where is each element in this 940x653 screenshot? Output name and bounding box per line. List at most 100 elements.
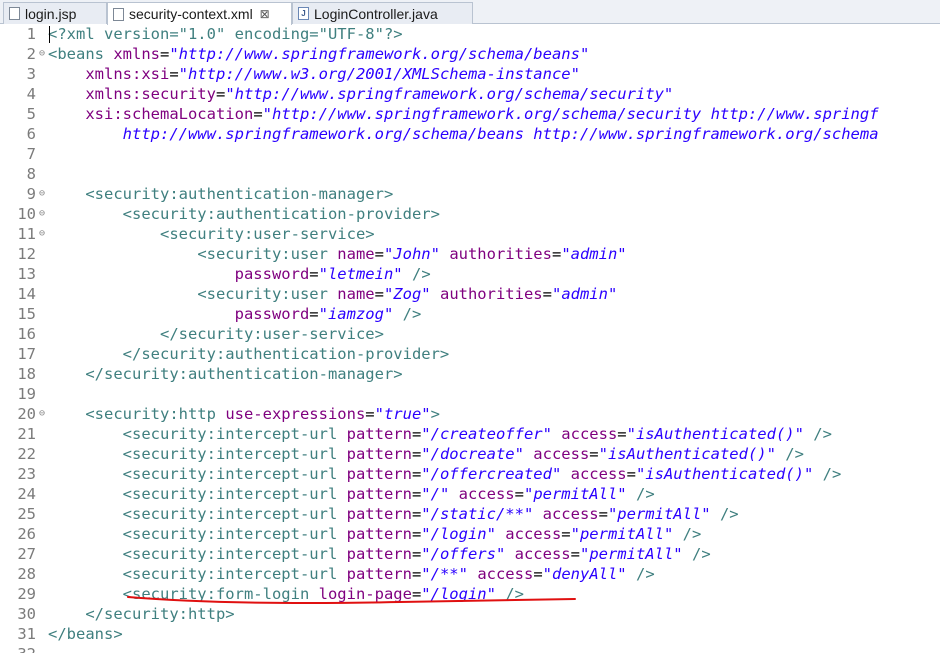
plain-token: = bbox=[411, 445, 422, 463]
xml-value-token: "isAuthenticated()" bbox=[635, 465, 814, 483]
code-line[interactable]: 27 <security:intercept-url pattern="/off… bbox=[0, 544, 940, 564]
code-line[interactable]: 20 ⊖ <security:http use-expressions="true… bbox=[0, 404, 940, 424]
code-text: password="letmein" /> bbox=[48, 264, 431, 284]
line-number: 25 bbox=[17, 505, 36, 523]
xml-value-token: "http://www.springframework.org/schema/b… bbox=[169, 45, 590, 63]
code-line[interactable]: 5 xsi:schemaLocation="http://www.springf… bbox=[0, 104, 940, 124]
xml-tag-token: /> bbox=[719, 505, 739, 523]
code-line[interactable]: 32 bbox=[0, 644, 940, 653]
code-text: <security:intercept-url pattern="/offers… bbox=[48, 544, 711, 564]
tab-security-context-xml[interactable]: security-context.xml ⊠ bbox=[107, 2, 292, 25]
xml-attribute-token: access bbox=[533, 445, 590, 463]
line-number: 3 bbox=[26, 65, 36, 83]
code-text: xmlns:security="http://www.springframewo… bbox=[48, 84, 673, 104]
line-number: 27 bbox=[17, 545, 36, 563]
tab-label: security-context.xml bbox=[129, 6, 253, 22]
code-line[interactable]: 23 <security:intercept-url pattern="/off… bbox=[0, 464, 940, 484]
code-line[interactable]: 31 </beans> bbox=[0, 624, 940, 644]
code-line[interactable]: 1 <?xml version="1.0" encoding="UTF-8"?> bbox=[0, 24, 940, 44]
xml-attribute-token: authorities bbox=[439, 285, 543, 303]
plain-token: = bbox=[411, 525, 422, 543]
tab-login-jsp[interactable]: login.jsp bbox=[3, 2, 107, 24]
tab-label: login.jsp bbox=[25, 5, 77, 22]
code-text: <security:intercept-url pattern="/docrea… bbox=[48, 444, 804, 464]
code-line[interactable]: 28 <security:intercept-url pattern="/**"… bbox=[0, 564, 940, 584]
code-line[interactable]: 15 password="iamzog" /> bbox=[0, 304, 940, 324]
code-line[interactable]: 14 <security:user name="Zog" authorities… bbox=[0, 284, 940, 304]
line-number: 12 bbox=[17, 245, 36, 263]
code-line[interactable]: 21 <security:intercept-url pattern="/cre… bbox=[0, 424, 940, 444]
xml-value-token: "admin" bbox=[561, 245, 627, 263]
code-line[interactable]: 11 ⊖ <security:user-service> bbox=[0, 224, 940, 244]
plain-token: = bbox=[589, 445, 599, 463]
plain-token: = bbox=[561, 525, 571, 543]
code-text: <security:user name="John" authorities="… bbox=[48, 244, 627, 264]
code-line[interactable]: 13 password="letmein" /> bbox=[0, 264, 940, 284]
code-line[interactable]: 18 </security:authentication-manager> bbox=[0, 364, 940, 384]
xml-value-token: "permitAll" bbox=[523, 485, 627, 503]
xml-value-token: "permitAll" bbox=[579, 545, 683, 563]
xml-tag-token: <security:authentication-manager> bbox=[85, 185, 394, 203]
code-line[interactable]: 16 </security:user-service> bbox=[0, 324, 940, 344]
code-line[interactable]: 29 <security:form-login login-page="/log… bbox=[0, 584, 940, 604]
code-line[interactable]: 30 </security:http> bbox=[0, 604, 940, 624]
code-line[interactable]: 6 http://www.springframework.org/schema/… bbox=[0, 124, 940, 144]
xml-tag-token: <security:http bbox=[85, 405, 226, 423]
plain-token: = bbox=[411, 485, 422, 503]
line-number: 5 bbox=[26, 105, 36, 123]
close-icon[interactable]: ⊠ bbox=[259, 7, 271, 21]
code-line[interactable]: 19 bbox=[0, 384, 940, 404]
code-line[interactable]: 17 </security:authentication-provider> bbox=[0, 344, 940, 364]
plain-token: = bbox=[514, 485, 524, 503]
xml-value-token: "Zog" bbox=[383, 285, 431, 303]
fold-toggle-icon[interactable]: ⊖ bbox=[37, 224, 47, 244]
line-number: 13 bbox=[17, 265, 36, 283]
jsp-file-icon bbox=[9, 7, 20, 20]
code-line[interactable]: 8 bbox=[0, 164, 940, 184]
xml-value-token: "/" bbox=[421, 485, 450, 503]
code-line[interactable]: 12 <security:user name="John" authoritie… bbox=[0, 244, 940, 264]
code-line[interactable]: 24 <security:intercept-url pattern="/" a… bbox=[0, 484, 940, 504]
code-line[interactable]: 22 <security:intercept-url pattern="/doc… bbox=[0, 444, 940, 464]
line-number: 23 bbox=[17, 465, 36, 483]
plain-token: = bbox=[617, 425, 627, 443]
xml-attribute-token: xsi:schemaLocation bbox=[85, 105, 254, 123]
xml-value-token: "John" bbox=[383, 245, 440, 263]
fold-toggle-icon[interactable]: ⊖ bbox=[37, 204, 47, 224]
code-line[interactable]: 25 <security:intercept-url pattern="/sta… bbox=[0, 504, 940, 524]
fold-toggle-icon[interactable]: ⊖ bbox=[37, 404, 47, 424]
xml-tag-token: <beans bbox=[48, 45, 114, 63]
code-line[interactable]: 9 ⊖ <security:authentication-manager> bbox=[0, 184, 940, 204]
xml-tag-token: <?xml version="1.0" encoding="UTF-8"?> bbox=[48, 25, 403, 43]
xml-tag-token: </security:authentication-provider> bbox=[122, 345, 450, 363]
xml-tag-token: <security:user-service> bbox=[159, 225, 375, 243]
fold-toggle-icon[interactable]: ⊖ bbox=[37, 184, 47, 204]
fold-toggle-icon[interactable]: ⊖ bbox=[37, 44, 47, 64]
line-number: 18 bbox=[17, 365, 36, 383]
xml-value-token: "/offers" bbox=[421, 545, 506, 563]
code-text: <security:authentication-provider> bbox=[48, 204, 440, 224]
code-line[interactable]: 7 bbox=[0, 144, 940, 164]
plain-token: = bbox=[374, 245, 384, 263]
code-line[interactable]: 10 ⊖ <security:authentication-provider> bbox=[0, 204, 940, 224]
code-text: <beans xmlns="http://www.springframework… bbox=[48, 44, 589, 64]
tab-login-controller-java[interactable]: J LoginController.java bbox=[292, 2, 473, 24]
code-line[interactable]: 26 <security:intercept-url pattern="/log… bbox=[0, 524, 940, 544]
code-editor[interactable]: 1 <?xml version="1.0" encoding="UTF-8"?> 2… bbox=[0, 24, 940, 653]
code-line[interactable]: 4 xmlns:security="http://www.springframe… bbox=[0, 84, 940, 104]
code-line[interactable]: 3 xmlns:xsi="http://www.w3.org/2001/XMLS… bbox=[0, 64, 940, 84]
plain-token: = bbox=[309, 305, 319, 323]
line-number: 10 bbox=[17, 205, 36, 223]
code-line[interactable]: 2 ⊖ <beans xmlns="http://www.springframewo… bbox=[0, 44, 940, 64]
xml-tag-token: /> bbox=[636, 565, 655, 583]
